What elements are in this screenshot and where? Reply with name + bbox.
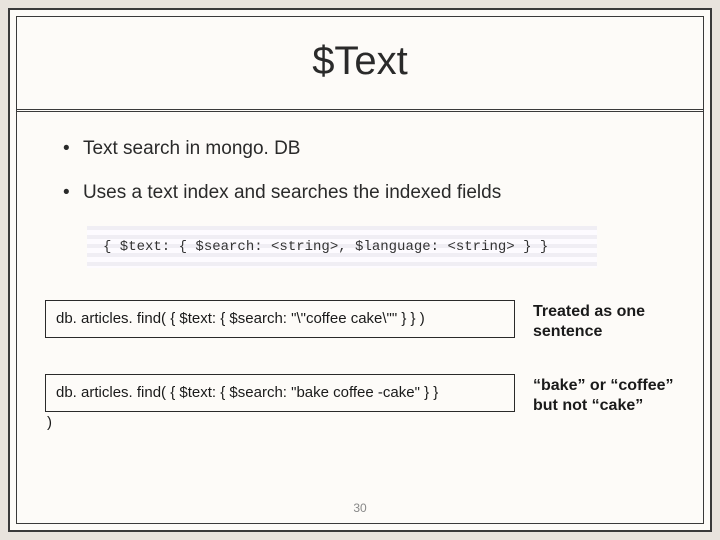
content-area: Text search in mongo. DB Uses a text ind… [45, 122, 675, 431]
syntax-text: { $text: { $search: <string>, $language:… [103, 239, 548, 255]
slide-title: $Text [17, 17, 703, 102]
divider-line [17, 109, 703, 110]
example-row-1: db. articles. find( { $text: { $search: … [45, 300, 675, 342]
code-box-wrap: db. articles. find( { $text: { $search: … [45, 374, 515, 431]
page-number: 30 [17, 501, 703, 515]
inner-border: $Text Text search in mongo. DB Uses a te… [16, 16, 704, 524]
code-box: db. articles. find( { $text: { $search: … [45, 300, 515, 338]
bullet-item: Uses a text index and searches the index… [63, 182, 675, 204]
code-box: db. articles. find( { $text: { $search: … [45, 374, 515, 412]
example-note: “bake” or “coffee” but not “cake” [533, 374, 675, 416]
slide-frame: $Text Text search in mongo. DB Uses a te… [8, 8, 712, 532]
example-note: Treated as one sentence [533, 300, 675, 342]
divider-line [17, 111, 703, 112]
example-row-2: db. articles. find( { $text: { $search: … [45, 374, 675, 431]
syntax-block: { $text: { $search: <string>, $language:… [87, 226, 597, 268]
code-closing-paren: ) [47, 414, 515, 431]
bullet-item: Text search in mongo. DB [63, 138, 675, 160]
